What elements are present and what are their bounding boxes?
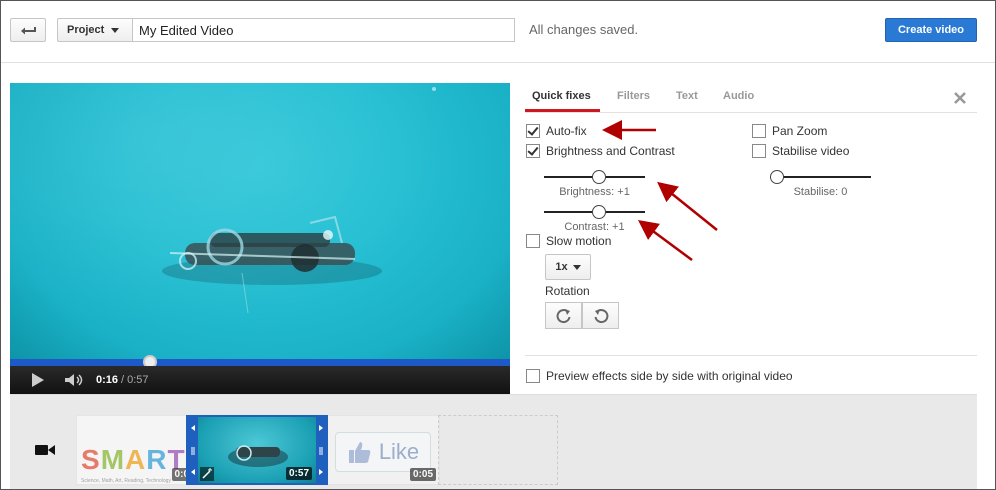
autofix-label: Auto-fix: [546, 124, 587, 138]
pan-zoom-label: Pan Zoom: [772, 124, 828, 138]
checkbox-unchecked: [752, 144, 766, 158]
brightness-slider[interactable]: [544, 170, 645, 184]
project-label: Project: [67, 24, 105, 36]
create-video-button[interactable]: Create video: [885, 18, 977, 42]
effects-panel: Quick fixes Filters Text Audio Auto-fix …: [525, 83, 977, 383]
clip-trim-handle-left[interactable]: [188, 417, 198, 483]
rotation-label: Rotation: [545, 284, 590, 298]
robot-submarine-image: [162, 87, 436, 314]
slow-motion-label: Slow motion: [546, 234, 612, 248]
contrast-slider-knob[interactable]: [592, 205, 606, 219]
timeline-clip-like[interactable]: Like 0:05: [320, 415, 440, 485]
stabilise-value: Stabilise: 0: [793, 186, 848, 198]
effects-tabs: Quick fixes Filters Text Audio: [525, 83, 977, 113]
current-time: 0:16: [96, 374, 119, 386]
timeline: SMART Science, Math, Art, Reading, Techn…: [10, 394, 977, 489]
back-arrow-icon: [21, 27, 36, 35]
autofix-checkbox[interactable]: Auto-fix: [526, 124, 587, 138]
clip-duration: 0:57: [285, 467, 312, 480]
stabilise-slider-knob[interactable]: [770, 170, 784, 184]
caret-down-icon: [572, 264, 581, 270]
preview-side-by-side-label: Preview effects side by side with origin…: [546, 369, 793, 383]
back-button[interactable]: [10, 18, 46, 42]
smart-logo: SMART: [81, 444, 186, 475]
close-icon[interactable]: [951, 89, 969, 107]
brightness-value: Brightness: +1: [559, 186, 630, 198]
stabilise-checkbox[interactable]: Stabilise video: [752, 144, 849, 158]
pan-zoom-checkbox[interactable]: Pan Zoom: [752, 124, 827, 138]
clip-duration: 0:05: [409, 468, 436, 481]
magic-wand-icon: [200, 467, 214, 481]
top-bar: Project All changes saved. Create video: [1, 1, 995, 63]
volume-icon[interactable]: [64, 373, 86, 387]
checkbox-checked: [526, 124, 540, 138]
play-icon[interactable]: [32, 373, 44, 387]
tab-text[interactable]: Text: [676, 90, 698, 102]
timeline-clip-selected[interactable]: 0:57: [186, 415, 328, 485]
video-player[interactable]: 0:16 / 0:57: [10, 83, 510, 394]
project-menu-button[interactable]: Project: [57, 18, 133, 42]
speed-dropdown[interactable]: 1x: [545, 254, 591, 280]
brightness-contrast-label: Brightness and Contrast: [546, 144, 675, 158]
tab-audio[interactable]: Audio: [723, 90, 754, 102]
player-controls: 0:16 / 0:57: [10, 366, 510, 394]
panel-divider: [525, 355, 977, 356]
rotate-right-icon: [556, 308, 570, 323]
video-frame: [10, 83, 510, 359]
preview-side-by-side-checkbox[interactable]: Preview effects side by side with origin…: [526, 369, 793, 383]
checkbox-checked: [526, 144, 540, 158]
brightness-contrast-checkbox[interactable]: Brightness and Contrast: [526, 144, 675, 158]
checkbox-unchecked: [752, 124, 766, 138]
timeline-clip-smart[interactable]: SMART Science, Math, Art, Reading, Techn…: [76, 415, 196, 485]
video-title-input[interactable]: [132, 18, 515, 42]
like-graphic: Like: [335, 432, 431, 472]
thumbs-up-icon: [348, 442, 371, 463]
caret-down-icon: [111, 27, 120, 33]
arrow-to-brightness: [657, 181, 718, 231]
total-time: 0:57: [127, 374, 149, 386]
clip-trim-handle-right[interactable]: [316, 417, 326, 483]
brightness-slider-knob[interactable]: [592, 170, 606, 184]
smart-logo-subtitle: Science, Math, Art, Reading, Technology: [81, 478, 171, 484]
tab-quick-fixes[interactable]: Quick fixes: [532, 90, 591, 102]
contrast-slider[interactable]: [544, 205, 645, 219]
progress-bar[interactable]: [10, 359, 510, 366]
video-camera-icon: [35, 445, 55, 455]
like-text: Like: [378, 439, 420, 464]
save-status: All changes saved.: [529, 22, 639, 37]
checkbox-unchecked: [526, 369, 540, 383]
rotate-counterclockwise-button[interactable]: [582, 302, 619, 329]
tab-filters[interactable]: Filters: [617, 90, 650, 102]
time-separator: /: [121, 374, 125, 386]
contrast-value: Contrast: +1: [564, 221, 625, 233]
rotate-clockwise-button[interactable]: [545, 302, 582, 329]
speed-value: 1x: [555, 261, 568, 273]
arrow-to-contrast: [637, 220, 693, 262]
video-editor-window: Project All changes saved. Create video: [0, 0, 996, 490]
stabilise-label: Stabilise video: [772, 144, 850, 158]
rotate-left-icon: [594, 308, 608, 323]
active-tab-indicator: [525, 109, 600, 112]
checkbox-unchecked: [526, 234, 540, 248]
stabilise-slider[interactable]: [770, 170, 871, 184]
timeline-empty-slot[interactable]: [438, 415, 558, 485]
slow-motion-checkbox[interactable]: Slow motion: [526, 234, 611, 248]
